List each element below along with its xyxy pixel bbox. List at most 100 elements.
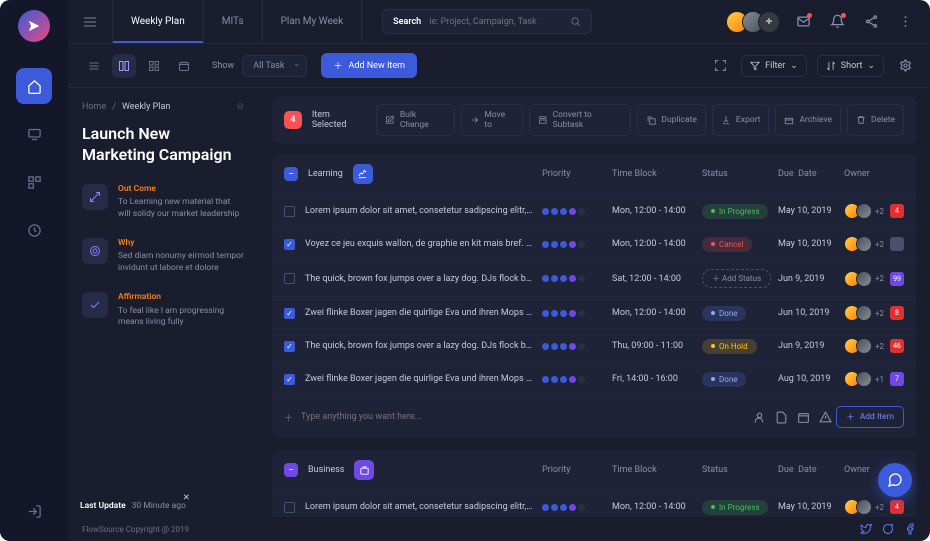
crumb-current: Weekly Plan [122,102,170,112]
owner-avatars[interactable] [844,371,872,387]
share-icon[interactable] [860,11,882,33]
status-badge[interactable]: In Progress [702,204,768,219]
tab-mits[interactable]: MITs [203,0,262,43]
task-title: Zwei flinke Boxer jagen die quirlige Eva… [305,308,534,318]
status-badge[interactable]: Cancel [702,237,752,252]
task-row[interactable]: Voyez ce jeu exquis wallon, de graphie e… [272,227,916,260]
priority-dots[interactable] [542,504,612,511]
flag-badge[interactable] [890,237,904,251]
meta-affirmation: AffirmationTo feal like I am progressing… [82,292,244,328]
search-input[interactable]: Search [382,9,592,34]
task-row[interactable]: The quick, brown fox jumps over a lazy d… [272,260,916,296]
task-row[interactable]: The quick, brown fox jumps over a lazy d… [272,329,916,362]
date-icon[interactable] [792,406,814,428]
view-list-icon[interactable] [82,54,106,78]
priority-dots[interactable] [542,376,612,383]
attach-icon[interactable] [770,406,792,428]
menu-icon[interactable] [82,14,98,30]
search-field[interactable] [429,17,570,27]
nav-rail [0,0,68,541]
row-checkbox[interactable] [284,374,295,385]
owner-more: +2 [875,503,884,512]
action-archieve[interactable]: Archieve [775,104,841,136]
twitter-icon[interactable] [860,523,872,535]
row-checkbox[interactable] [284,341,295,352]
chat-fab[interactable] [878,463,912,497]
group-icon [353,164,373,184]
view-kanban-icon[interactable] [112,54,136,78]
add-new-item-button[interactable]: ＋Add New Item [321,53,417,78]
view-grid-icon[interactable] [142,54,166,78]
owner-avatars[interactable] [844,236,872,252]
status-badge[interactable]: Done [702,372,746,387]
action-move-to[interactable]: Move to [461,104,523,136]
app-logo [18,10,50,42]
row-checkbox[interactable] [284,206,295,217]
show-label: Show [212,61,234,71]
action-export[interactable]: Export [712,104,770,136]
owner-avatars[interactable] [844,203,872,219]
flag-badge[interactable]: 99 [890,272,904,286]
crumb-collapse-icon[interactable]: ⊖ [236,102,244,112]
status-badge[interactable]: In Progress [702,500,768,515]
action-convert-to-subtask[interactable]: Convert to Subtask [529,104,631,136]
bell-icon[interactable] [826,11,848,33]
priority-dots[interactable] [542,241,612,248]
presence-avatars[interactable]: ✚ [726,11,780,33]
row-checkbox[interactable] [284,308,295,319]
flag-badge[interactable]: 4 [890,204,904,218]
show-select[interactable]: All Task [242,55,307,77]
inbox-icon[interactable] [792,11,814,33]
action-duplicate[interactable]: Duplicate [637,104,706,136]
flag-badge[interactable]: 7 [890,372,904,386]
nav-home[interactable] [16,68,52,104]
sort-button[interactable]: Short⌄ [817,55,884,77]
row-checkbox[interactable] [284,502,295,513]
task-row[interactable]: Zwei flinke Boxer jagen die quirlige Eva… [272,362,916,395]
gear-icon[interactable] [894,55,916,77]
crumb-home[interactable]: Home [82,102,106,112]
nav-clock[interactable] [16,212,52,248]
row-checkbox[interactable] [284,273,295,284]
close-icon[interactable]: ✕ [183,493,190,503]
selection-count: 4 [284,111,302,129]
owner-avatars[interactable] [844,305,872,321]
owner-more: +2 [875,207,884,216]
view-calendar-icon[interactable] [172,54,196,78]
action-bulk-change[interactable]: Bulk Change [376,104,455,136]
row-checkbox[interactable] [284,239,295,250]
flag-badge[interactable]: 4 [890,500,904,514]
status-badge[interactable]: On Hold [702,339,757,354]
nav-logout[interactable] [16,493,52,529]
nav-board[interactable] [16,164,52,200]
expand-icon[interactable] [709,55,731,77]
action-delete[interactable]: Delete [847,104,904,136]
owner-avatars[interactable] [844,499,872,515]
priority-dots[interactable] [542,275,612,282]
task-row[interactable]: Lorem ipsum dolor sit amet, consetetur s… [272,490,916,517]
flag-badge[interactable]: 8 [890,306,904,320]
group-collapse-icon[interactable]: − [284,463,298,477]
priority-dots[interactable] [542,310,612,317]
priority-icon[interactable] [814,406,836,428]
status-badge[interactable]: ＋ Add Status [702,269,771,288]
owner-avatars[interactable] [844,338,872,354]
task-row[interactable]: Zwei flinke Boxer jagen die quirlige Eva… [272,296,916,329]
facebook-icon[interactable] [904,523,916,535]
add-item-button[interactable]: ＋ Add Item [836,406,904,428]
tab-plan-my-week[interactable]: Plan My Week [262,0,363,43]
task-row[interactable]: Lorem ipsum dolor sit amet, consetetur s… [272,194,916,227]
filter-button[interactable]: Filter⌄ [741,55,807,77]
kebab-icon[interactable] [894,11,916,33]
group-collapse-icon[interactable]: − [284,167,298,181]
tab-weekly-plan[interactable]: Weekly Plan [112,0,203,43]
owner-avatars[interactable] [844,271,872,287]
priority-dots[interactable] [542,208,612,215]
chat-icon[interactable] [882,523,894,535]
flag-badge[interactable]: 46 [890,339,904,353]
add-row-input[interactable] [301,412,748,422]
assign-icon[interactable] [748,406,770,428]
priority-dots[interactable] [542,343,612,350]
nav-monitor[interactable] [16,116,52,152]
status-badge[interactable]: Done [702,306,746,321]
